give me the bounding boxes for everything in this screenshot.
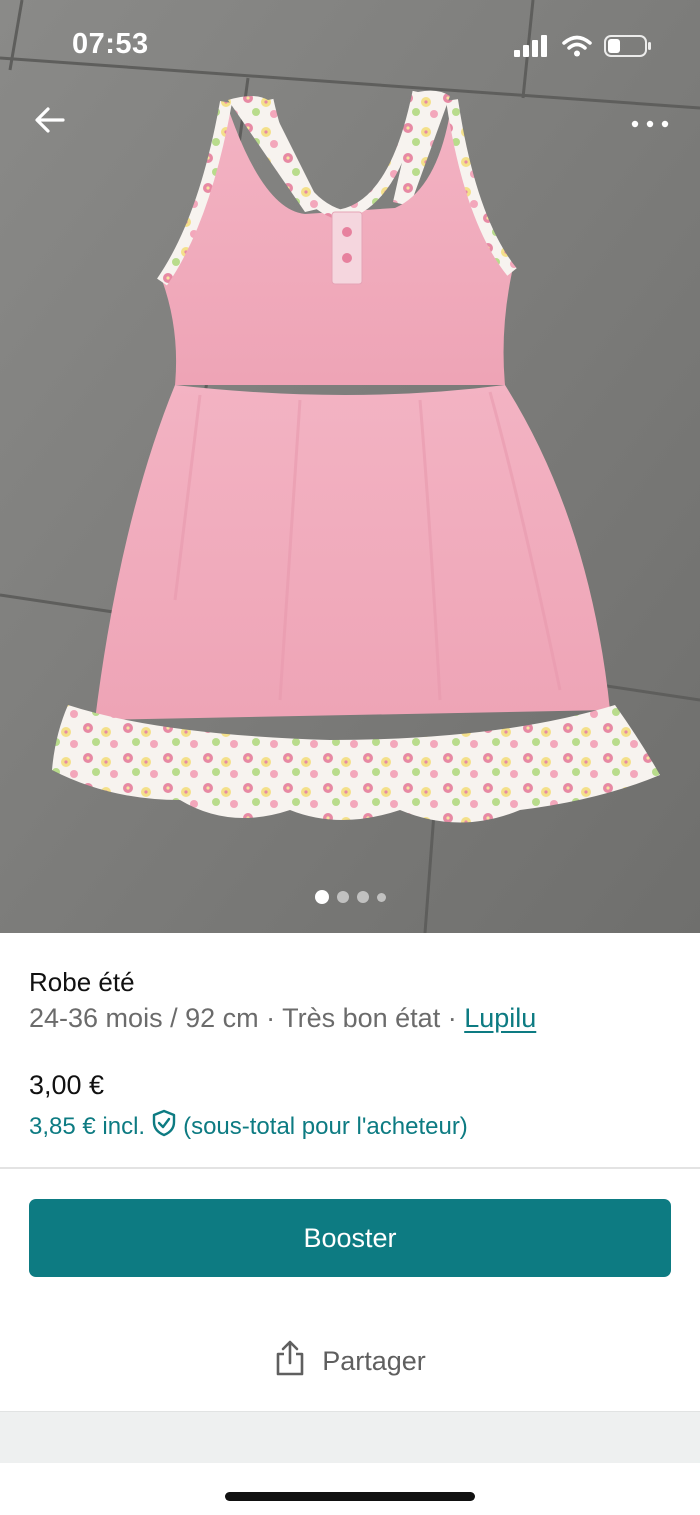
brand-link[interactable]: Lupilu (464, 1003, 536, 1033)
status-bar: 07:53 (0, 0, 700, 90)
dress-image (0, 0, 700, 933)
status-icons (514, 34, 652, 63)
product-photo[interactable]: 07:53 (0, 0, 700, 933)
gallery-dot[interactable] (356, 891, 369, 903)
gallery-dot[interactable] (336, 891, 349, 903)
status-time: 07:53 (72, 28, 149, 60)
wifi-icon (562, 35, 592, 62)
more-dots-icon (631, 115, 669, 133)
share-icon (274, 1339, 306, 1384)
shield-check-icon (151, 1109, 177, 1144)
booster-button[interactable]: Booster (29, 1199, 671, 1277)
section-separator (0, 1411, 700, 1463)
item-size: 24-36 mois / 92 cm (29, 1003, 259, 1033)
more-options-button[interactable] (626, 104, 674, 144)
item-info: Robe été 24-36 mois / 92 cm · Très bon é… (0, 933, 700, 1168)
share-button[interactable]: Partager (0, 1320, 700, 1402)
description-section (0, 1463, 700, 1515)
home-indicator[interactable] (225, 1492, 475, 1501)
item-details: 24-36 mois / 92 cm · Très bon état · Lup… (29, 1003, 536, 1034)
item-title: Robe été (29, 967, 135, 997)
back-button[interactable] (26, 98, 74, 146)
battery-icon (604, 34, 652, 63)
signal-icon (514, 35, 550, 62)
gallery-dot[interactable] (376, 892, 386, 902)
separator: · (440, 1003, 465, 1033)
gallery-pagination (0, 890, 700, 904)
buyer-price-value: 3,85 € incl. (29, 1112, 146, 1140)
buyer-price[interactable]: 3,85 € incl. (sous-total pour l'acheteur… (29, 1109, 468, 1144)
separator: · (258, 1003, 283, 1033)
share-label: Partager (322, 1345, 426, 1376)
gallery-dot-active[interactable] (314, 890, 329, 904)
divider (0, 1167, 700, 1169)
item-condition: Très bon état (282, 1003, 441, 1033)
buyer-note: (sous-total pour l'acheteur) (183, 1112, 468, 1140)
item-price: 3,00 € (29, 1070, 105, 1100)
listing-screen: 07:53 Robe été 24-36 mois / 92 cm · Très… (0, 0, 700, 1515)
back-arrow-icon (35, 106, 65, 138)
